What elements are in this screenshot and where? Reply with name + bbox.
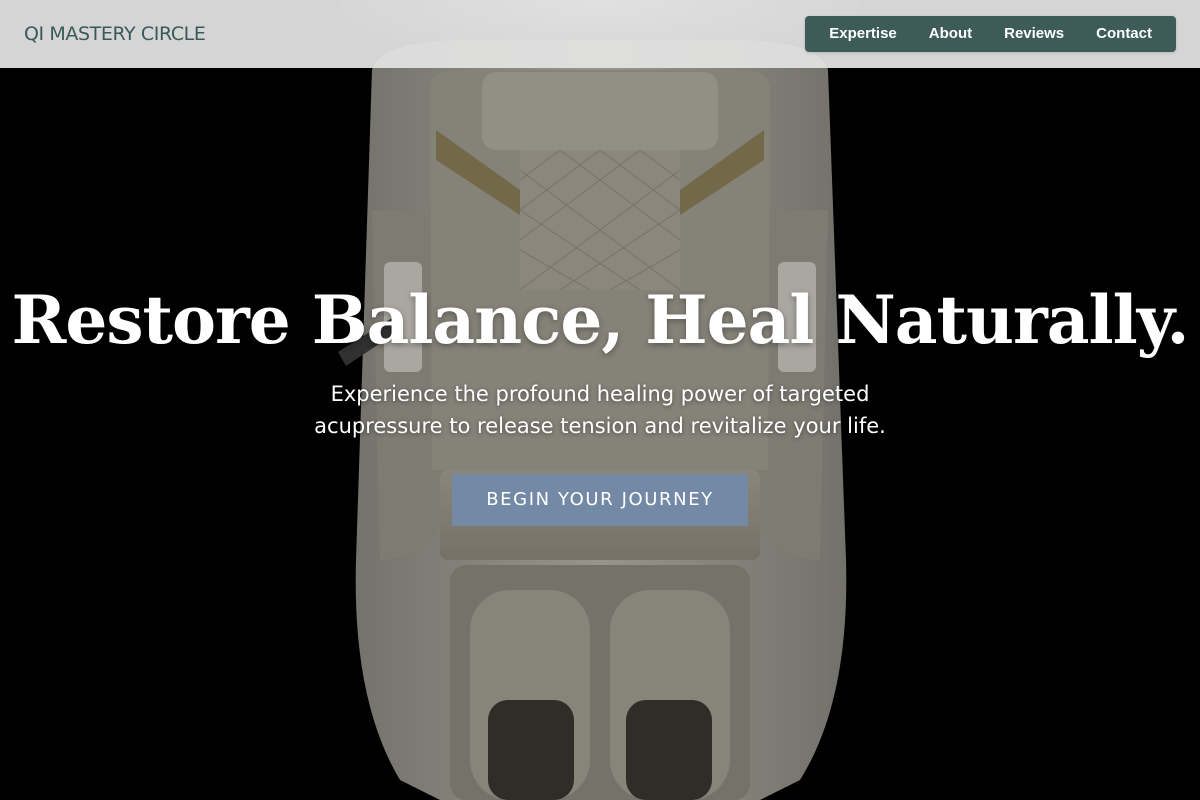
brand-logo[interactable]: QI MASTERY CIRCLE: [24, 23, 206, 45]
begin-journey-button[interactable]: BEGIN YOUR JOURNEY: [452, 474, 748, 526]
navbar: QI MASTERY CIRCLE Expertise About Review…: [0, 0, 1200, 68]
hero-subtitle: Experience the profound healing power of…: [314, 382, 886, 438]
nav-link-expertise[interactable]: Expertise: [813, 16, 913, 52]
nav-link-about[interactable]: About: [913, 16, 988, 52]
nav-menu: Expertise About Reviews Contact: [805, 16, 1176, 52]
nav-link-contact[interactable]: Contact: [1080, 16, 1168, 52]
hero-title: Restore Balance, Heal Naturally.: [11, 281, 1190, 359]
hero-content: Restore Balance, Heal Naturally. Experie…: [0, 270, 1200, 526]
nav-link-reviews[interactable]: Reviews: [988, 16, 1080, 52]
